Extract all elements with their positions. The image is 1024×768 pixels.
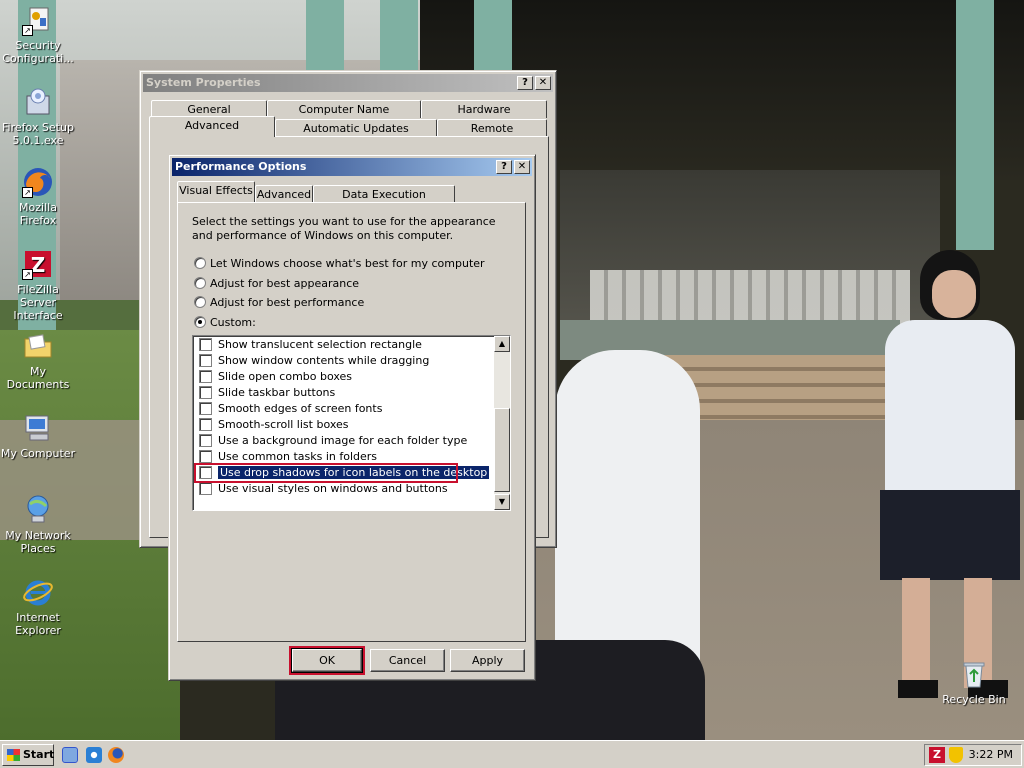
wallpaper-chairs (590, 270, 910, 325)
firefox-icon[interactable] (108, 747, 124, 763)
start-label: Start (23, 748, 55, 761)
desktop-icon-mozilla-firefox[interactable]: ↗ Mozilla Firefox (0, 166, 76, 227)
recycle-bin-icon (958, 658, 990, 690)
checkbox[interactable] (199, 466, 212, 479)
list-item[interactable]: Slide taskbar buttons (199, 385, 335, 401)
performance-options-titlebar[interactable]: Performance Options ? ✕ (172, 158, 532, 176)
close-button[interactable]: ✕ (535, 76, 551, 90)
scroll-up-arrow-icon[interactable]: ▲ (494, 336, 510, 352)
filezilla-tray-icon[interactable]: Z (929, 747, 945, 763)
checkbox[interactable] (199, 370, 212, 383)
filezilla-icon: Z ↗ (22, 248, 54, 280)
checkbox[interactable] (199, 386, 212, 399)
radio-let-windows-choose[interactable]: Let Windows choose what's best for my co… (194, 256, 485, 272)
tab-advanced[interactable]: Advanced (255, 185, 313, 203)
list-item[interactable]: Slide open combo boxes (199, 369, 352, 385)
computer-icon (22, 412, 54, 444)
checkbox[interactable] (199, 354, 212, 367)
list-item-selected[interactable]: Use drop shadows for icon labels on the … (199, 465, 490, 481)
radio-label: Custom: (210, 316, 256, 329)
list-item[interactable]: Use visual styles on windows and buttons (199, 481, 448, 497)
security-shield-icon[interactable] (949, 747, 963, 763)
radio-label: Let Windows choose what's best for my co… (210, 257, 485, 270)
desktop-icon-internet-explorer[interactable]: Internet Explorer (0, 576, 76, 637)
radio-button[interactable] (194, 296, 206, 308)
checkbox[interactable] (199, 418, 212, 431)
performance-options-title: Performance Options (175, 160, 307, 173)
tab-advanced[interactable]: Advanced (149, 116, 275, 137)
radio-label: Adjust for best performance (210, 296, 365, 309)
security-config-icon: ↗ (22, 4, 54, 36)
radio-button[interactable] (194, 316, 206, 328)
wallpaper-person-right (880, 240, 1020, 720)
system-tray: Z 3:22 PM (924, 744, 1022, 766)
radio-button[interactable] (194, 257, 206, 269)
windows-logo-icon (7, 749, 20, 761)
list-item[interactable]: Smooth edges of screen fonts (199, 401, 382, 417)
tab-automatic-updates[interactable]: Automatic Updates (275, 119, 437, 137)
tab-hardware[interactable]: Hardware (421, 100, 547, 118)
scroll-down-arrow-icon[interactable]: ▼ (494, 494, 510, 510)
scroll-thumb[interactable] (494, 408, 510, 492)
list-item[interactable]: Show translucent selection rectangle (199, 337, 422, 353)
installer-package-icon (22, 86, 54, 118)
desktop-icon-recycle-bin[interactable]: Recycle Bin (936, 658, 1012, 706)
system-properties-title: System Properties (146, 76, 261, 89)
desktop-icon-firefox-setup[interactable]: Firefox Setup 5.0.1.exe (0, 86, 76, 147)
tab-data-execution-prevention[interactable]: Data Execution Prevention (313, 185, 455, 218)
close-button[interactable]: ✕ (514, 160, 530, 174)
checkbox[interactable] (199, 338, 212, 351)
network-icon (22, 494, 54, 526)
firefox-icon: ↗ (22, 166, 54, 198)
show-desktop-icon[interactable] (62, 747, 78, 763)
visual-effects-list[interactable]: Show translucent selection rectangle Sho… (192, 335, 511, 511)
help-button[interactable]: ? (517, 76, 533, 90)
taskbar: Start Z 3:22 PM (0, 740, 1024, 768)
checkbox[interactable] (199, 434, 212, 447)
radio-custom[interactable]: Custom: (194, 315, 256, 331)
checkbox[interactable] (199, 402, 212, 415)
apply-button[interactable]: Apply (450, 649, 525, 672)
radio-best-performance[interactable]: Adjust for best performance (194, 295, 364, 311)
radio-label: Adjust for best appearance (210, 277, 360, 290)
help-button[interactable]: ? (496, 160, 512, 174)
list-item[interactable]: Smooth-scroll list boxes (199, 417, 349, 433)
folder-documents-icon (22, 330, 54, 362)
tab-computer-name[interactable]: Computer Name (267, 100, 421, 118)
desktop-icon-filezilla-server[interactable]: Z ↗ FileZilla Server Interface (0, 248, 76, 322)
list-item[interactable]: Use common tasks in folders (199, 449, 377, 465)
cancel-button[interactable]: Cancel (370, 649, 445, 672)
list-item[interactable]: Show window contents while dragging (199, 353, 429, 369)
start-button[interactable]: Start (2, 744, 54, 766)
tab-visual-effects[interactable]: Visual Effects (177, 181, 255, 202)
clock[interactable]: 3:22 PM (969, 745, 1013, 765)
radio-button[interactable] (194, 277, 206, 289)
desktop-icon-security-config[interactable]: ↗ Security Configurati... (0, 4, 76, 65)
system-properties-titlebar[interactable]: System Properties ? ✕ (143, 74, 553, 92)
ok-button[interactable]: OK (291, 648, 363, 673)
internet-explorer-icon (22, 576, 54, 608)
internet-explorer-icon[interactable] (86, 747, 102, 763)
desktop-icon-my-network-places[interactable]: My Network Places (0, 494, 76, 555)
radio-best-appearance[interactable]: Adjust for best appearance (194, 276, 359, 292)
description-text: Select the settings you want to use for … (192, 215, 496, 242)
desktop-icon-my-documents[interactable]: My Documents (0, 330, 76, 391)
checkbox[interactable] (199, 450, 212, 463)
checkbox[interactable] (199, 482, 212, 495)
tab-remote[interactable]: Remote (437, 119, 547, 137)
list-scrollbar[interactable]: ▲ ▼ (494, 336, 510, 510)
wallpaper-pillar (956, 0, 994, 250)
list-item[interactable]: Use a background image for each folder t… (199, 433, 467, 449)
desktop-icon-my-computer[interactable]: My Computer (0, 412, 76, 460)
